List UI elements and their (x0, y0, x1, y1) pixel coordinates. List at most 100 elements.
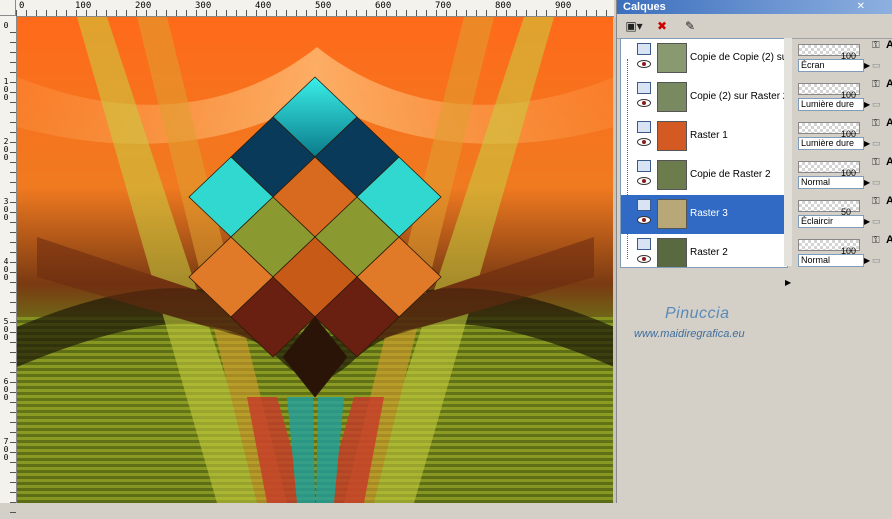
chevron-right-icon[interactable]: ▶ (864, 216, 870, 227)
layer-thumbnail (657, 43, 687, 73)
ruler-label: 400 (255, 1, 272, 11)
layer-thumbnail (657, 82, 687, 112)
opacity-value: 100 (841, 246, 857, 256)
image-canvas[interactable] (17, 17, 614, 503)
lock-label: A (886, 234, 892, 246)
new-layer-icon[interactable]: ▣▾ (623, 17, 645, 35)
delete-layer-icon[interactable]: ✖ (651, 17, 673, 35)
chevron-right-icon[interactable]: ▶ (864, 138, 870, 149)
layer-thumbnail (657, 121, 687, 151)
ruler-label: 200 (135, 1, 152, 11)
watermark-area: Pinuccia www.maidiregrafica.eu (620, 275, 786, 503)
layer-thumbnail (657, 199, 687, 229)
layer-row[interactable]: Copie de Raster 2 (621, 156, 787, 195)
layer-thumbnail (657, 238, 687, 267)
ruler-label: 700 (435, 1, 452, 11)
layer-name: Raster 3 (690, 208, 728, 219)
layer-row[interactable]: Copie (2) sur Raster 2 (621, 78, 787, 117)
chevron-right-icon[interactable]: ▶ (864, 99, 870, 110)
link-icon[interactable]: ▭ (872, 177, 881, 188)
panel-title: Calques (617, 0, 892, 14)
layer-props-row: 100 Normal ▶ ⚿ A ▭ (794, 155, 892, 194)
layer-props-row: 100 Normal ▶ ⚿ A ▭ (794, 233, 892, 272)
layer-thumbnail (657, 160, 687, 190)
layer-name: Copie de Copie (2) sur (690, 52, 788, 63)
layer-name: Copie de Raster 2 (690, 169, 771, 180)
visibility-eye-icon[interactable] (637, 99, 651, 107)
visibility-eye-icon[interactable] (637, 138, 651, 146)
visibility-eye-icon[interactable] (637, 60, 651, 68)
ruler-label: 0 (3, 21, 9, 30)
artwork (17, 17, 614, 503)
chevron-right-icon[interactable]: ▶ (864, 255, 870, 266)
opacity-value: 100 (841, 168, 857, 178)
watermark-name: Pinuccia (665, 305, 730, 322)
lock-label: A (886, 39, 892, 51)
opacity-slider[interactable]: 100 (798, 239, 860, 256)
layer-row[interactable]: Raster 1 (621, 117, 787, 156)
link-icon[interactable]: ▭ (872, 255, 881, 266)
opacity-value: 100 (841, 51, 857, 61)
layers-panel: Calques ✕ ▣▾ ✖ ✎ Copie de Copie (2) sur … (616, 0, 892, 503)
layer-list: Copie de Copie (2) sur Copie (2) sur Ras… (620, 38, 788, 268)
horizontal-ruler: 0 100 200 300 400 500 600 700 800 900 (0, 0, 614, 17)
opacity-slider[interactable]: 100 (798, 122, 860, 139)
visibility-eye-icon[interactable] (637, 255, 651, 263)
opacity-slider[interactable]: 100 (798, 161, 860, 178)
watermark-url: www.maidiregrafica.eu (634, 328, 745, 340)
opacity-value: 50 (841, 207, 852, 217)
layer-props-row: 100 Lumière dure ▶ ⚿ A ▭ (794, 77, 892, 116)
ruler-label: 100 (75, 1, 92, 11)
layer-row-selected[interactable]: Raster 3 (621, 195, 787, 234)
opacity-slider[interactable]: 50 (798, 200, 860, 217)
layer-props-row: 100 Lumière dure ▶ ⚿ A ▭ (794, 116, 892, 155)
chevron-right-icon[interactable]: ▶ (864, 60, 870, 71)
edit-layer-icon[interactable]: ✎ (679, 17, 701, 35)
layer-name: Raster 2 (690, 247, 728, 258)
layer-type-icon (637, 43, 651, 55)
ruler-label: 800 (495, 1, 512, 11)
collapse-arrow-icon[interactable]: ▶ (785, 278, 793, 292)
ruler-label: 900 (555, 1, 572, 11)
layer-row[interactable]: Copie de Copie (2) sur (621, 39, 787, 78)
layer-list-scrollbar[interactable] (784, 38, 792, 266)
opacity-value: 100 (841, 90, 857, 100)
opacity-slider[interactable]: 100 (798, 83, 860, 100)
close-icon[interactable]: ✕ (857, 0, 865, 14)
link-icon[interactable]: ▭ (872, 138, 881, 149)
lock-label: A (886, 156, 892, 168)
layer-props-row: 100 Écran ▶ ⚿ A ▭ (794, 38, 892, 77)
layer-type-icon (637, 82, 651, 94)
layer-type-icon (637, 121, 651, 133)
link-icon[interactable]: ▭ (872, 99, 881, 110)
lock-label: A (886, 117, 892, 129)
layer-row[interactable]: Raster 2 (621, 234, 787, 267)
layer-props-row: 50 Éclaircir ▶ ⚿ A ▭ (794, 194, 892, 233)
ruler-label: 5 0 0 (3, 317, 9, 342)
ruler-label: 7 0 0 (3, 437, 9, 462)
ruler-ticks (10, 32, 16, 519)
layer-type-icon (637, 238, 651, 250)
opacity-value: 100 (841, 129, 857, 139)
ruler-label: 600 (375, 1, 392, 11)
chevron-right-icon[interactable]: ▶ (864, 177, 870, 188)
visibility-eye-icon[interactable] (637, 216, 651, 224)
ruler-label: 4 0 0 (3, 257, 9, 282)
vertical-ruler: 0 1 0 0 2 0 0 3 0 0 4 0 0 5 0 0 6 0 0 7 … (0, 16, 17, 519)
layers-toolbar: ▣▾ ✖ ✎ (617, 14, 892, 39)
ruler-label: 6 0 0 (3, 377, 9, 402)
layer-name: Raster 1 (690, 130, 728, 141)
ruler-label: 500 (315, 1, 332, 11)
link-icon[interactable]: ▭ (872, 216, 881, 227)
layer-properties: 100 Écran ▶ ⚿ A ▭ 100 Lumière dure ▶ ⚿ A… (794, 38, 892, 503)
ruler-label: 0 (19, 1, 25, 11)
layer-type-icon (637, 199, 651, 211)
link-icon[interactable]: ▭ (872, 60, 881, 71)
opacity-slider[interactable]: 100 (798, 44, 860, 61)
ruler-label: 300 (195, 1, 212, 11)
layer-name: Copie (2) sur Raster 2 (690, 91, 788, 102)
blend-mode-select[interactable]: Éclaircir (798, 215, 864, 228)
lock-label: A (886, 195, 892, 207)
visibility-eye-icon[interactable] (637, 177, 651, 185)
ruler-label: 3 0 0 (3, 197, 9, 222)
